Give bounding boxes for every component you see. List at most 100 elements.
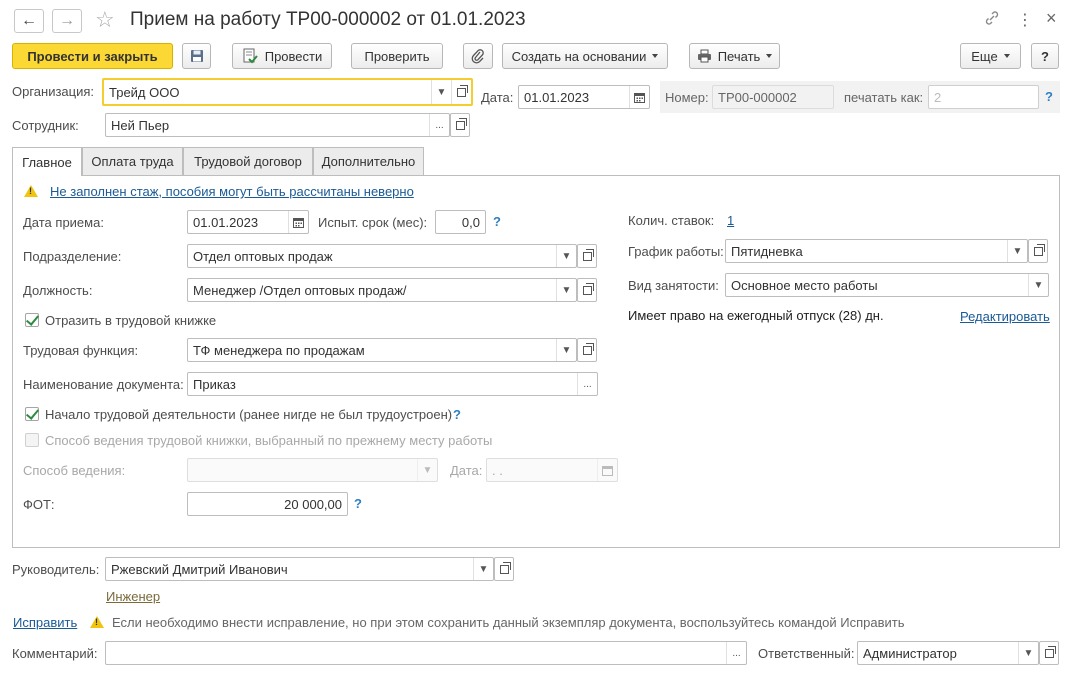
open-icon (582, 342, 594, 355)
open-employee-button[interactable] (450, 113, 470, 137)
dropdown-icon[interactable]: ▼ (1018, 642, 1038, 664)
create-based-on-button[interactable]: Создать на основании (502, 43, 668, 69)
date-field[interactable]: 01.01.2023 (518, 85, 650, 109)
create-based-on-label: Создать на основании (511, 48, 647, 64)
chevron-down-icon (1003, 54, 1010, 58)
method-field[interactable]: ▼ (187, 458, 438, 482)
printer-icon (697, 49, 711, 63)
link-icon[interactable] (984, 10, 1000, 29)
dropdown-icon[interactable]: ▼ (556, 245, 576, 267)
dropdown-icon[interactable]: ▼ (556, 279, 576, 301)
rates-label: Колич. ставок: (628, 213, 715, 228)
open-icon[interactable] (451, 80, 471, 104)
warning-icon (90, 616, 104, 628)
position-field[interactable]: Менеджер /Отдел оптовых продаж/ ▼ (187, 278, 577, 302)
post-button[interactable]: Провести (232, 43, 332, 69)
manager-field[interactable]: Ржевский Дмитрий Иванович ▼ (105, 557, 494, 581)
select-dots-icon[interactable]: ... (726, 642, 746, 664)
workbook-method-checkbox[interactable] (25, 433, 39, 447)
department-field[interactable]: Отдел оптовых продаж ▼ (187, 244, 577, 268)
arrow-left-icon: ← (21, 12, 37, 29)
arrow-right-icon: → (59, 12, 75, 29)
print-as-label: печатать как: (844, 90, 924, 105)
tab-payment-label: Оплата труда (91, 154, 174, 169)
post-and-close-button[interactable]: Провести и закрыть (12, 43, 173, 69)
hire-date-field[interactable]: 01.01.2023 (187, 210, 309, 234)
warning-link[interactable]: Не заполнен стаж, пособия могут быть рас… (50, 184, 414, 199)
doc-name-field[interactable]: Приказ ... (187, 372, 598, 396)
more-icon[interactable]: ⋮ (1017, 10, 1033, 30)
manager-label: Руководитель: (12, 562, 100, 577)
dropdown-icon[interactable]: ▼ (556, 339, 576, 361)
tab-payment[interactable]: Оплата труда (82, 147, 183, 175)
print-button[interactable]: Печать (689, 43, 780, 69)
help-icon[interactable]: ? (354, 496, 362, 511)
dropdown-icon[interactable]: ▼ (417, 459, 437, 481)
correct-link[interactable]: Исправить (13, 615, 77, 630)
employee-value: Ней Пьер (111, 117, 170, 133)
warning-icon (24, 185, 38, 197)
back-button[interactable]: ← (14, 9, 44, 33)
attach-button[interactable] (463, 43, 493, 69)
probation-field[interactable]: 0,0 (435, 210, 486, 234)
chevron-down-icon (766, 54, 773, 58)
tab-contract[interactable]: Трудовой договор (183, 147, 313, 175)
check-button[interactable]: Проверить (351, 43, 443, 69)
schedule-label: График работы: (628, 244, 724, 259)
print-as-field[interactable]: 2 (928, 85, 1039, 109)
employment-type-field[interactable]: Основное место работы ▼ (725, 273, 1049, 297)
open-manager-button[interactable] (494, 557, 514, 581)
star-icon[interactable]: ☆ (95, 7, 115, 33)
forward-button[interactable]: → (52, 9, 82, 33)
fot-field[interactable]: 20 000,00 (187, 492, 348, 516)
dropdown-icon[interactable]: ▼ (473, 558, 493, 580)
help-icon[interactable]: ? (493, 214, 501, 229)
reflect-workbook-checkbox[interactable] (25, 313, 39, 327)
calendar-icon[interactable] (629, 86, 649, 108)
tab-main[interactable]: Главное (12, 147, 82, 176)
check-label: Проверить (364, 48, 430, 64)
open-labor-function-button[interactable] (577, 338, 597, 362)
department-value: Отдел оптовых продаж (193, 248, 333, 264)
comment-field[interactable]: ... (105, 641, 747, 665)
number-value: ТР00-000002 (718, 89, 797, 105)
method-date-field[interactable]: . . (486, 458, 618, 482)
position-label: Должность: (23, 283, 93, 298)
comment-label: Комментарий: (12, 646, 98, 661)
help-icon[interactable]: ? (1045, 89, 1053, 104)
org-field[interactable]: Трейд ООО ▼ (102, 78, 473, 106)
rates-link[interactable]: 1 (727, 213, 734, 228)
manager-position-link[interactable]: Инженер (106, 589, 160, 604)
open-responsible-button[interactable] (1039, 641, 1059, 665)
career-start-checkbox[interactable] (25, 407, 39, 421)
edit-link[interactable]: Редактировать (960, 309, 1050, 324)
dropdown-icon[interactable]: ▼ (1007, 240, 1027, 262)
labor-function-field[interactable]: ТФ менеджера по продажам ▼ (187, 338, 577, 362)
number-field: ТР00-000002 (712, 85, 834, 109)
post-and-close-label: Провести и закрыть (27, 48, 158, 64)
save-button[interactable] (182, 43, 211, 69)
open-department-button[interactable] (577, 244, 597, 268)
help-icon[interactable]: ? (453, 407, 461, 422)
calendar-icon[interactable] (288, 211, 308, 233)
probation-label: Испыт. срок (мес): (318, 215, 428, 230)
open-position-button[interactable] (577, 278, 597, 302)
close-icon[interactable]: × (1046, 8, 1057, 29)
employee-field[interactable]: Ней Пьер ... (105, 113, 450, 137)
open-icon (582, 282, 594, 295)
calendar-icon[interactable] (597, 459, 617, 481)
help-button[interactable]: ? (1031, 43, 1059, 69)
dropdown-icon[interactable]: ▼ (1028, 274, 1048, 296)
tab-additional[interactable]: Дополнительно (313, 147, 424, 175)
schedule-field[interactable]: Пятидневка ▼ (725, 239, 1028, 263)
labor-function-label: Трудовая функция: (23, 343, 139, 358)
select-dots-icon[interactable]: ... (577, 373, 597, 395)
open-schedule-button[interactable] (1028, 239, 1048, 263)
dropdown-icon[interactable]: ▼ (431, 80, 451, 104)
responsible-field[interactable]: Администратор ▼ (857, 641, 1039, 665)
workbook-method-label: Способ ведения трудовой книжки, выбранны… (45, 433, 493, 448)
print-label: Печать (717, 48, 761, 64)
more-actions-button[interactable]: Еще (960, 43, 1021, 69)
date-value: 01.01.2023 (524, 89, 590, 105)
select-dots-icon[interactable]: ... (429, 114, 449, 136)
